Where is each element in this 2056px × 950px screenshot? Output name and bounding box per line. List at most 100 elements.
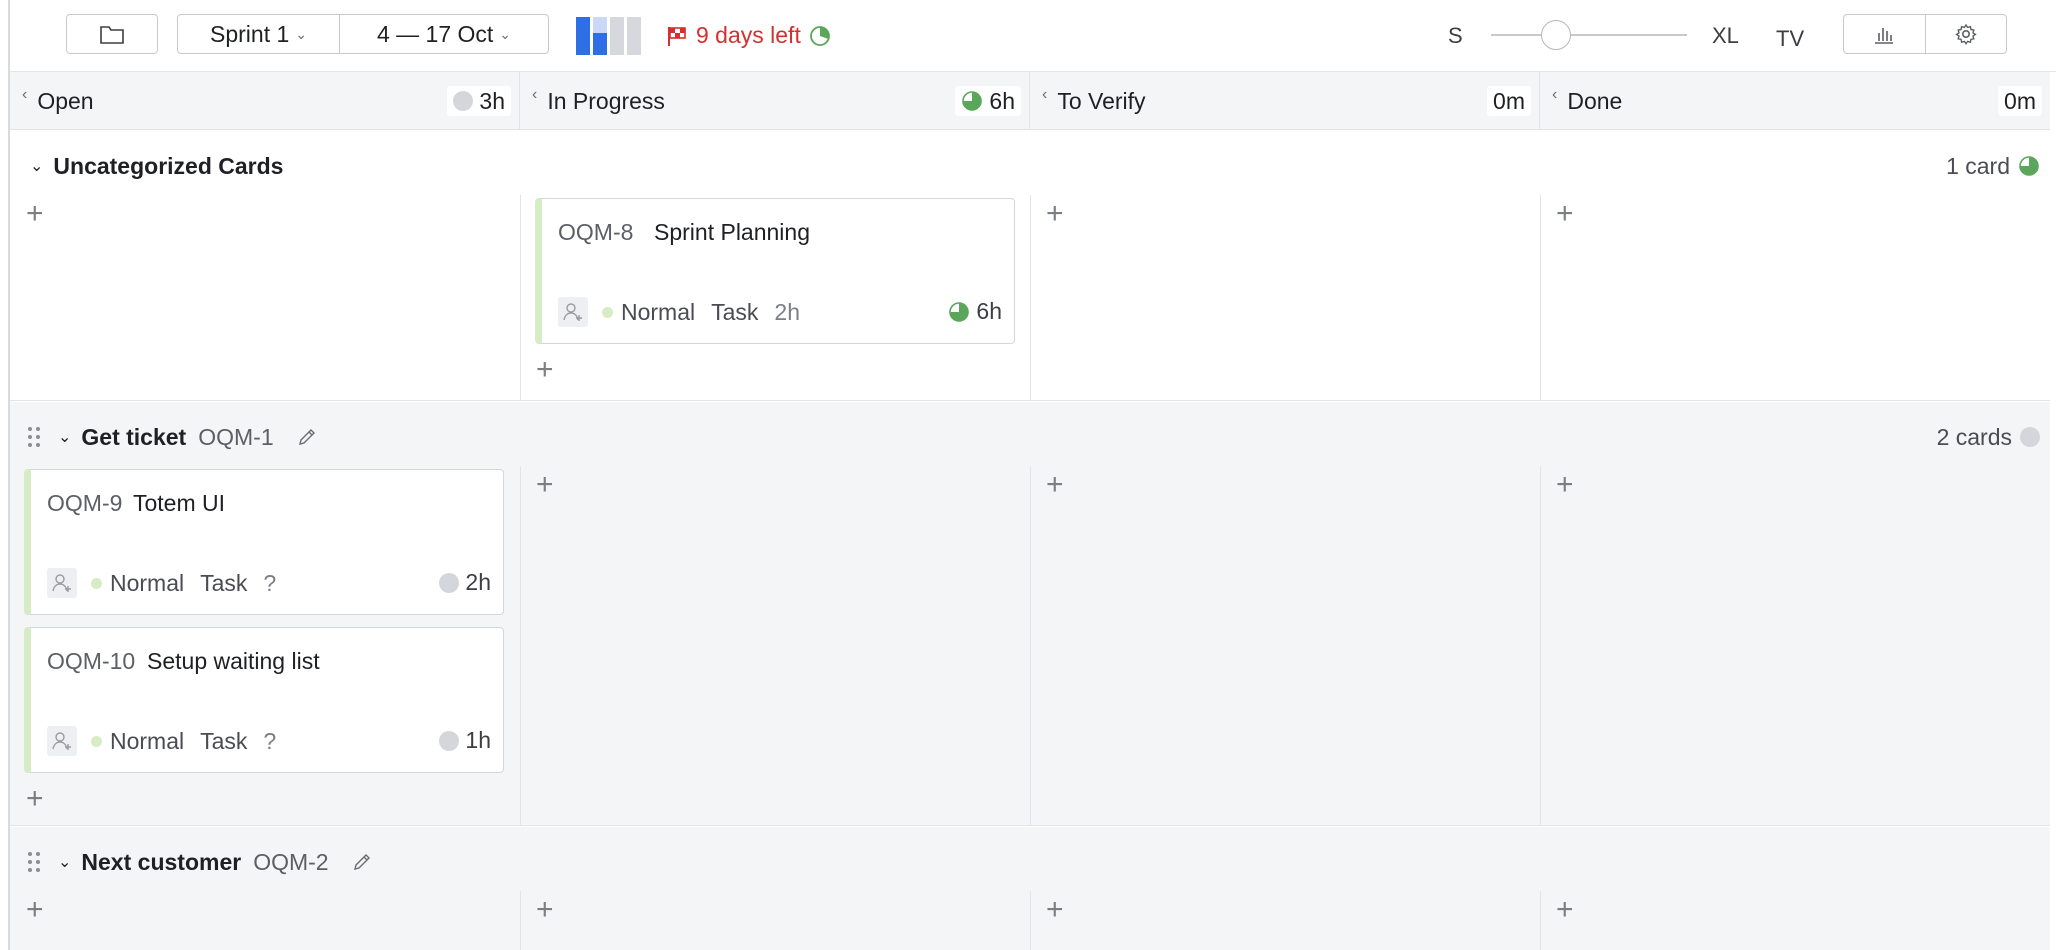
add-card-button[interactable]: + (536, 895, 554, 925)
column-name: To Verify (1057, 87, 1146, 114)
swimlane-card-count: 2 cards (1937, 424, 2040, 451)
swimlane-header[interactable]: ⌄ Uncategorized Cards 1 card (10, 131, 2050, 201)
column-divider (1540, 466, 1541, 826)
priority-dot-icon (602, 306, 613, 318)
column-divider (1030, 891, 1031, 950)
column-header-in-progress[interactable]: ‹ In Progress 6h (520, 72, 1030, 130)
chevron-down-icon[interactable]: ⌄ (58, 852, 71, 872)
add-card-button[interactable]: + (1046, 199, 1064, 229)
card-key[interactable]: OQM-10 (47, 648, 135, 675)
column-header-to-verify[interactable]: ‹ To Verify 0m (1030, 72, 1540, 130)
column-header-done[interactable]: ‹ Done 0m (1540, 72, 2050, 130)
pencil-icon[interactable] (296, 426, 318, 448)
swimlane-header[interactable]: ⌄ Next customer OQM-2 (10, 827, 2050, 897)
add-card-button[interactable]: + (1556, 470, 1574, 500)
column-estimate: 3h (447, 86, 511, 116)
chevron-down-icon[interactable]: ⌄ (58, 427, 71, 447)
card-spent-time[interactable]: 2h (439, 569, 491, 596)
add-card-button[interactable]: + (536, 470, 554, 500)
card-spent-time[interactable]: 1h (439, 727, 491, 754)
sprint-dropdown[interactable]: Sprint 1 ⌄ (178, 15, 340, 53)
column-header-open[interactable]: ‹ Open 3h (10, 72, 520, 130)
column-divider (1540, 891, 1541, 950)
progress-pie-icon (809, 25, 830, 46)
card-size-large-label[interactable]: XL (1712, 23, 1739, 49)
card-size-slider-handle[interactable] (1541, 20, 1571, 50)
card-oqm-9[interactable]: OQM-9 Totem UI Normal Task ? 2h (24, 469, 504, 615)
green-pie-icon (949, 301, 970, 322)
swimlane-next-customer: ⌄ Next customer OQM-2 + + + + (10, 827, 2050, 950)
date-range-dropdown[interactable]: 4 — 17 Oct ⌄ (340, 15, 548, 53)
card-estimate[interactable]: 2h (774, 299, 800, 326)
swimlane-key[interactable]: OQM-1 (198, 424, 273, 451)
view-options-group (1843, 14, 2007, 54)
card-type[interactable]: Task (711, 299, 758, 326)
window-left-edge (0, 0, 10, 950)
column-divider (1540, 195, 1541, 401)
settings-button[interactable] (1926, 15, 2007, 53)
add-card-button[interactable]: + (1556, 199, 1574, 229)
column-estimate: 0m (1487, 86, 1531, 116)
add-card-button[interactable]: + (1556, 895, 1574, 925)
add-user-icon (52, 732, 71, 750)
card-priority[interactable]: Normal (110, 728, 184, 755)
burndown-mini-chart[interactable] (576, 17, 644, 55)
card-oqm-8[interactable]: OQM-8 Sprint Planning Normal Task 2h 6h (535, 198, 1015, 344)
collapse-column-icon[interactable]: ‹ (532, 86, 537, 104)
card-title[interactable]: Totem UI (133, 490, 225, 517)
collapse-column-icon[interactable]: ‹ (1042, 86, 1047, 104)
add-card-button[interactable]: + (26, 895, 44, 925)
add-card-button[interactable]: + (1046, 895, 1064, 925)
drag-handle-icon[interactable] (24, 849, 44, 875)
column-name: Open (37, 87, 94, 114)
card-priority[interactable]: Normal (110, 570, 184, 597)
bar-chart-icon (1875, 28, 1894, 44)
card-title[interactable]: Setup waiting list (147, 648, 320, 675)
pencil-icon[interactable] (351, 851, 373, 873)
add-card-button[interactable]: + (26, 784, 44, 814)
card-size-slider-track[interactable] (1491, 34, 1687, 36)
card-key[interactable]: OQM-9 (47, 490, 122, 517)
assign-user-button[interactable] (558, 297, 588, 327)
card-type[interactable]: Task (200, 570, 247, 597)
swimlane-key[interactable]: OQM-2 (253, 849, 328, 876)
card-oqm-10[interactable]: OQM-10 Setup waiting list Normal Task ? … (24, 627, 504, 773)
chevron-down-icon: ⌄ (499, 25, 512, 42)
priority-dot-icon (91, 577, 102, 589)
card-priority[interactable]: Normal (621, 299, 695, 326)
days-left-text: 9 days left (696, 22, 801, 48)
card-meta: Normal Task 2h (558, 297, 800, 327)
column-name: In Progress (547, 87, 665, 114)
column-estimate: 6h (955, 86, 1021, 116)
grey-circle-icon (439, 730, 460, 751)
date-range-label: 4 — 17 Oct (376, 20, 494, 47)
card-estimate[interactable]: ? (263, 570, 276, 597)
card-title[interactable]: Sprint Planning (654, 219, 810, 246)
swimlane-count-text: 1 card (1946, 152, 2010, 179)
swimlane-header[interactable]: ⌄ Get ticket OQM-1 2 cards (10, 402, 2050, 472)
collapse-column-icon[interactable]: ‹ (22, 86, 27, 104)
add-user-icon (563, 303, 582, 321)
column-name: Done (1567, 87, 1623, 114)
add-card-button[interactable]: + (1046, 470, 1064, 500)
checkered-flag-icon (668, 26, 686, 46)
add-card-button[interactable]: + (536, 355, 554, 385)
chevron-down-icon[interactable]: ⌄ (30, 156, 43, 176)
card-key[interactable]: OQM-8 (558, 219, 633, 246)
tv-mode-button[interactable]: TV (1776, 26, 1804, 52)
card-size-small-label[interactable]: S (1448, 23, 1463, 49)
column-divider (1030, 195, 1031, 401)
card-type[interactable]: Task (200, 728, 247, 755)
assign-user-button[interactable] (47, 568, 77, 598)
chart-button[interactable] (1844, 15, 1926, 53)
card-spent-time[interactable]: 6h (948, 298, 1002, 325)
add-card-button[interactable]: + (26, 199, 44, 229)
grey-circle-icon (453, 91, 474, 111)
card-spent-value: 6h (976, 298, 1002, 324)
collapse-column-icon[interactable]: ‹ (1552, 86, 1557, 104)
folder-button[interactable] (66, 14, 158, 54)
column-estimate-value: 3h (479, 87, 505, 114)
drag-handle-icon[interactable] (24, 424, 44, 450)
assign-user-button[interactable] (47, 726, 77, 756)
card-estimate[interactable]: ? (263, 728, 276, 755)
